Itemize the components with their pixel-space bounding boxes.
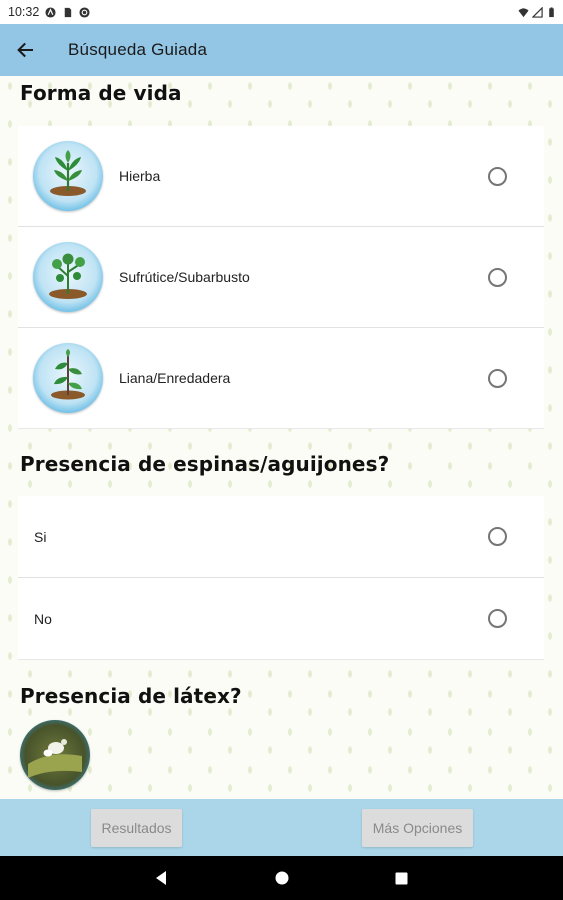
herb-icon — [33, 141, 103, 211]
status-bar: 10:32 — [0, 0, 563, 24]
option-label: No — [34, 610, 52, 627]
option-row-liana[interactable]: Liana/Enredadera — [18, 328, 544, 429]
radio-liana[interactable] — [488, 368, 507, 388]
option-label: Liana/Enredadera — [119, 370, 231, 386]
bottom-action-bar: Resultados Más Opciones — [0, 799, 563, 856]
nav-back-icon — [156, 871, 166, 885]
option-label: Si — [34, 528, 47, 545]
section-title-espinas: Presencia de espinas/aguijones? — [20, 452, 390, 476]
radio-subarbusto[interactable] — [488, 267, 507, 287]
nav-recents-button[interactable] — [379, 856, 423, 900]
more-options-button[interactable]: Más Opciones — [362, 809, 473, 847]
app-title: Búsqueda Guiada — [68, 40, 208, 59]
nav-home-icon — [275, 871, 289, 885]
status-time: 10:32 — [8, 5, 40, 19]
navigation-bar — [0, 856, 563, 900]
back-button[interactable] — [1, 24, 49, 76]
vine-icon — [33, 343, 103, 413]
sync-icon — [79, 6, 90, 18]
option-label: Sufrútice/Subarbusto — [119, 269, 250, 285]
results-button[interactable]: Resultados — [91, 809, 182, 847]
app-notification-icon — [45, 6, 56, 18]
signal-icon — [532, 6, 543, 18]
wifi-icon — [518, 7, 529, 17]
radio-si[interactable] — [488, 527, 507, 546]
espinas-card: Si No — [18, 496, 544, 660]
nav-recents-icon — [395, 872, 407, 884]
section-title-forma-de-vida: Forma de vida — [20, 81, 182, 105]
option-row-subarbusto[interactable]: Sufrútice/Subarbusto — [18, 227, 544, 328]
forma-de-vida-card: Hierba Sufrútice/Subarbusto Liana/Enreda… — [18, 126, 544, 429]
nav-home-button[interactable] — [260, 856, 304, 900]
app-bar: Búsqueda Guiada — [0, 24, 563, 76]
arrow-back-icon — [17, 42, 33, 58]
latex-icon[interactable] — [20, 720, 90, 790]
subshrub-icon — [33, 242, 103, 312]
radio-no[interactable] — [488, 609, 507, 628]
option-row-hierba[interactable]: Hierba — [18, 126, 544, 227]
option-row-no[interactable]: No — [18, 578, 544, 660]
nav-back-button[interactable] — [139, 856, 183, 900]
option-row-si[interactable]: Si — [18, 496, 544, 578]
content-area[interactable]: Forma de vida Hierba Sufrútice/Subarbust… — [0, 76, 563, 799]
sim-card-icon — [65, 7, 72, 17]
battery-icon — [549, 6, 554, 17]
option-label: Hierba — [119, 168, 161, 184]
radio-hierba[interactable] — [488, 166, 507, 186]
section-title-latex: Presencia de látex? — [20, 684, 242, 708]
